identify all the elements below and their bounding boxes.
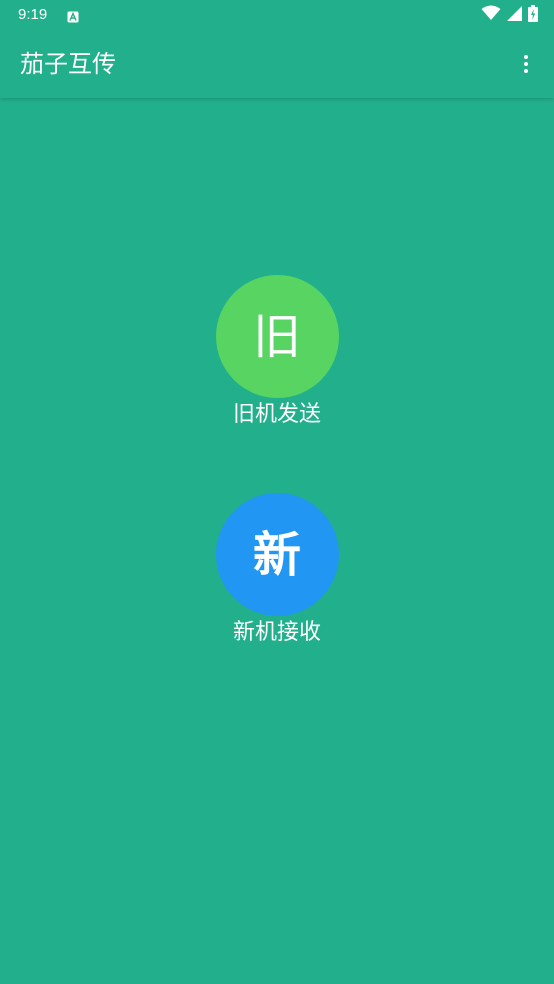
new-device-receive-action: 新 新机接收 xyxy=(0,493,554,648)
old-circle-text: 旧 xyxy=(252,308,301,365)
wifi-icon xyxy=(481,5,501,25)
a-box-icon xyxy=(67,8,79,23)
new-circle-text: 新 xyxy=(252,526,301,583)
status-icons xyxy=(481,4,538,26)
old-device-send-action: 旧 旧机发送 xyxy=(0,275,554,430)
status-time: 9:19 xyxy=(18,6,48,23)
old-device-send-label[interactable]: 旧机发送 xyxy=(233,400,321,430)
new-device-receive-label[interactable]: 新机接收 xyxy=(233,618,321,648)
battery-icon xyxy=(528,4,538,26)
app-bar: 茄子互传 xyxy=(0,30,554,98)
old-device-send-button[interactable]: 旧 xyxy=(215,275,339,398)
new-device-receive-button[interactable]: 新 xyxy=(215,493,339,616)
signal-icon xyxy=(507,5,522,25)
more-vert-icon[interactable] xyxy=(514,52,538,76)
app-title: 茄子互传 xyxy=(20,50,116,78)
status-bar: 9:19 xyxy=(0,0,554,30)
